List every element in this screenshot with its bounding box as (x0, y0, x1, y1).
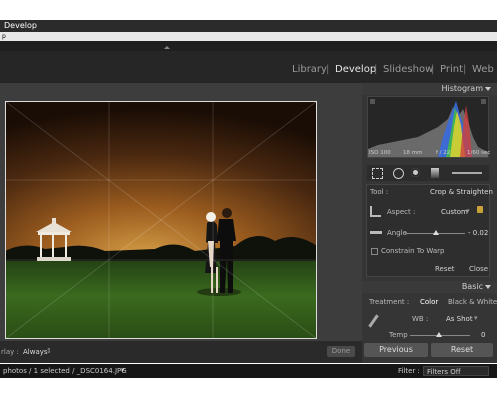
filter-select[interactable]: Filters Off (423, 366, 489, 376)
wb-label: WB : (412, 315, 429, 323)
menu-bar[interactable]: p (0, 32, 497, 41)
module-web[interactable]: Web (472, 64, 494, 75)
crop-reset-button[interactable]: Reset (435, 265, 455, 273)
window-title: Develop (0, 20, 497, 32)
aspect-select[interactable]: Custom (441, 208, 468, 216)
toolbar (0, 341, 362, 363)
basic-toggle-icon[interactable] (485, 285, 491, 289)
filmstrip-info: photos / 1 selected / _DSC0164.JPG (3, 367, 127, 375)
done-button[interactable]: Done (327, 346, 355, 357)
photo-image (5, 101, 317, 339)
module-separator: | (326, 64, 330, 75)
meta-focal-length: 18 mm (403, 150, 423, 156)
previous-button[interactable]: Previous (364, 343, 428, 357)
treatment-bw[interactable]: Black & White (448, 298, 497, 306)
histogram-title: Histogram (441, 84, 484, 93)
straighten-tool-icon[interactable] (370, 231, 382, 234)
overlay-select[interactable]: Always (23, 348, 48, 356)
module-separator: | (463, 64, 467, 75)
aspect-dropdown-icon[interactable]: ▾ (466, 207, 470, 215)
module-separator: | (374, 64, 378, 75)
reset-button[interactable]: Reset (431, 343, 493, 357)
treatment-color[interactable]: Color (420, 298, 438, 306)
module-print[interactable]: Print (440, 64, 463, 75)
highlight-clipping-icon (481, 99, 486, 104)
overlay-dropdown-icon[interactable]: ⇕ (46, 347, 52, 355)
collapse-top-icon[interactable] (164, 46, 170, 49)
histogram-graph (368, 99, 488, 157)
temp-label: Temp (389, 331, 408, 339)
module-slideshow[interactable]: Slideshow (383, 64, 433, 75)
tool-strip (367, 165, 489, 181)
module-separator: | (431, 64, 435, 75)
angle-label: Angle (387, 229, 407, 237)
angle-slider-thumb[interactable] (433, 230, 439, 235)
histogram-header[interactable]: Histogram (362, 83, 497, 95)
filmstrip-source-dropdown-icon[interactable]: ▾ (121, 366, 125, 374)
wb-select[interactable]: As Shot (446, 315, 473, 323)
meta-iso: ISO 100 (369, 150, 391, 156)
histogram (367, 96, 489, 158)
filter-value: Filters Off (427, 368, 461, 376)
constrain-label: Constrain To Warp (381, 247, 445, 255)
temp-slider-thumb[interactable] (436, 332, 442, 337)
top-panel-strip[interactable] (0, 41, 497, 51)
module-develop[interactable]: Develop (335, 64, 376, 75)
red-eye-icon[interactable] (411, 168, 420, 177)
aspect-label: Aspect : (387, 208, 416, 216)
overlay-label: rlay : (1, 348, 19, 356)
crop-close-button[interactable]: Close (469, 265, 488, 273)
crop-frame-icon[interactable] (370, 206, 381, 217)
module-library[interactable]: Library (292, 64, 327, 75)
basic-title: Basic (461, 282, 483, 291)
spot-removal-icon[interactable] (393, 168, 404, 179)
filter-label: Filter : (398, 367, 420, 375)
tool-label: Tool : (370, 188, 389, 196)
meta-shutter: 1/60 sec (467, 150, 491, 156)
temp-value[interactable]: 0 (481, 331, 485, 339)
histogram-toggle-icon[interactable] (485, 87, 491, 91)
graduated-filter-icon[interactable] (431, 168, 439, 178)
photo-crop-area[interactable] (5, 101, 317, 339)
basic-header[interactable]: Basic (362, 281, 497, 293)
aspect-lock-icon[interactable] (477, 206, 483, 213)
crop-tool-icon[interactable] (372, 168, 383, 179)
adjustment-brush-icon[interactable] (452, 172, 482, 174)
meta-aperture: f / 22 (436, 150, 451, 156)
constrain-checkbox[interactable] (371, 248, 378, 255)
tool-name: Crop & Straighten (430, 188, 493, 196)
treatment-label: Treatment : (369, 298, 410, 306)
wb-dropdown-icon[interactable]: ▾ (474, 314, 478, 322)
angle-value[interactable]: - 0.02 (468, 229, 488, 237)
shadow-clipping-icon (370, 99, 375, 104)
